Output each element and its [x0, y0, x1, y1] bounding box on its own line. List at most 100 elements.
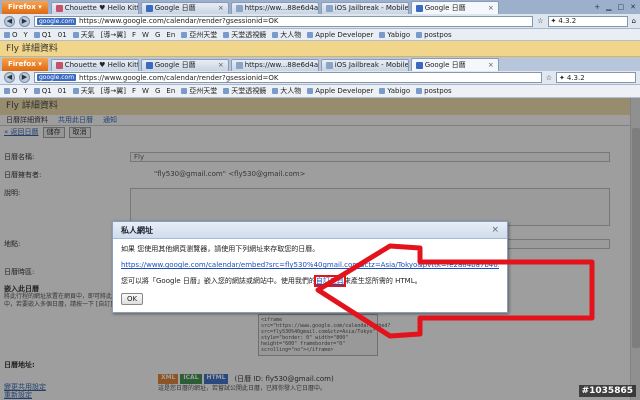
url-text: https://www.google.com/calendar/render?g…	[79, 17, 279, 25]
url-bar[interactable]: google.com https://www.google.com/calend…	[34, 72, 542, 83]
bookmark[interactable]: 大人物	[272, 30, 301, 40]
close-icon[interactable]: ×	[491, 222, 499, 239]
bookmark[interactable]: W	[142, 87, 149, 95]
tab-favicon	[325, 62, 333, 69]
bookmark[interactable]: O	[4, 87, 18, 95]
bookmark[interactable]: Apple Developer	[307, 31, 373, 39]
tab-1[interactable]: Chouette ♥ Hello Kitty ...×	[50, 59, 139, 71]
bookmark-icon	[181, 88, 188, 94]
bookmark[interactable]: En	[166, 87, 175, 95]
private-url-link[interactable]: https://www.google.com/calendar/embed?sr…	[121, 261, 499, 270]
window-close-icon[interactable]: ✕	[630, 3, 636, 11]
tab-4[interactable]: iOS Jailbreak - Mobile01×	[320, 2, 409, 14]
tab-2[interactable]: Google 日曆 ×	[140, 59, 229, 71]
tab-1[interactable]: Chouette ♥ Hello Kitty ...×	[50, 2, 139, 14]
bookmark[interactable]: postpos	[416, 87, 452, 95]
bookmark-icon	[72, 88, 79, 94]
bookmark[interactable]: 亞州天堂	[181, 30, 217, 40]
bookmark[interactable]: F	[132, 87, 136, 95]
star-icon[interactable]: ☆	[537, 17, 543, 25]
bookmark[interactable]: Q1	[33, 87, 52, 95]
tab-4[interactable]: iOS Jailbreak - Mobile01×	[320, 59, 409, 71]
tab-favicon	[325, 5, 333, 12]
tab-3[interactable]: https://ww...88e6d4a1ac×	[230, 2, 319, 14]
bookmark[interactable]: postpos	[416, 31, 452, 39]
close-icon[interactable]: ×	[488, 3, 494, 14]
bookmark[interactable]: 天氣	[72, 30, 95, 40]
url-bar[interactable]: google.com https://www.google.com/calend…	[34, 15, 534, 27]
bookmark[interactable]: 01	[58, 87, 67, 95]
bookmark-icon	[4, 88, 10, 94]
tab-5-active[interactable]: Google 日曆 ×	[410, 58, 499, 71]
close-icon[interactable]: ×	[218, 3, 224, 14]
addon-icon: ✦	[550, 17, 557, 25]
home-icon[interactable]: ⌂	[632, 17, 636, 25]
bookmark[interactable]: O	[4, 31, 18, 39]
bookmark[interactable]: 天堂透視鏡	[223, 30, 266, 40]
bookmark[interactable]: Y	[24, 87, 28, 95]
bookmark-icon	[33, 88, 40, 94]
forward-icon[interactable]: ▶	[19, 72, 30, 83]
back-icon[interactable]: ◀	[4, 72, 15, 83]
bookmark[interactable]: G	[155, 31, 160, 39]
bookmark-icon	[33, 31, 40, 38]
private-address-dialog: 私人網址 × 如果 您使用其他網頁瀏覽器，請使用下列網址來存取您的日曆。 htt…	[112, 221, 508, 313]
bookmark-icon	[72, 31, 79, 38]
bookmark[interactable]: Y	[24, 31, 28, 39]
bookmark[interactable]: 天氣	[72, 86, 95, 96]
close-icon[interactable]: ×	[488, 60, 494, 71]
tab-3[interactable]: https://ww...88e6d4a1ac×	[230, 59, 319, 71]
bookmark[interactable]: W	[142, 31, 149, 39]
bookmark[interactable]: [導→翼]	[101, 86, 126, 96]
tab-2[interactable]: Google 日曆 ×	[140, 2, 229, 14]
bookmark[interactable]: Yabigo	[379, 87, 410, 95]
site-identity-badge[interactable]: google.com	[37, 17, 77, 25]
ok-button[interactable]: OK	[121, 293, 144, 305]
site-identity-badge[interactable]: google.com	[37, 74, 77, 81]
bookmark-icon	[4, 31, 10, 38]
bookmark[interactable]: Q1	[33, 31, 52, 39]
tab-favicon	[55, 62, 63, 69]
tab-favicon	[235, 62, 243, 69]
bookmark-icon	[379, 31, 386, 38]
bookmark[interactable]: 天堂透視鏡	[223, 86, 266, 96]
bookmark[interactable]: En	[166, 31, 175, 39]
bookmark[interactable]: Apple Developer	[307, 87, 373, 95]
back-icon[interactable]: ◀	[4, 15, 15, 27]
maximize-icon[interactable]: □	[618, 3, 625, 11]
bookmark[interactable]: F	[132, 31, 136, 39]
bookmark-icon	[379, 88, 386, 94]
bookmark[interactable]: [導→翼]	[101, 30, 126, 40]
inner-bookmark-bar: O Y Q1 01 天氣 [導→翼] F W G En 亞州天堂 天堂透視鏡 大…	[0, 85, 640, 98]
dialog-header: 私人網址 ×	[113, 222, 507, 239]
star-icon[interactable]: ☆	[546, 74, 552, 82]
bookmark[interactable]: 01	[58, 31, 67, 39]
bookmark[interactable]: 亞州天堂	[181, 86, 217, 96]
tab-favicon	[145, 5, 153, 12]
outer-nav-bar: ◀ ▶ google.com https://www.google.com/ca…	[0, 14, 640, 29]
tab-favicon	[415, 61, 423, 69]
tab-favicon	[415, 4, 423, 12]
customize-tool-link[interactable]: 自訂工具	[313, 275, 346, 287]
close-icon[interactable]: ×	[218, 60, 224, 71]
tab-5-active[interactable]: Google 日曆 ×	[410, 1, 499, 14]
bookmark[interactable]: 大人物	[272, 86, 301, 96]
outer-tab-strip: Firefox ▾ Chouette ♥ Hello Kitty ...× Go…	[0, 0, 640, 14]
bookmark-icon	[416, 88, 423, 94]
forward-icon[interactable]: ▶	[19, 15, 30, 27]
bookmark-icon	[272, 31, 279, 38]
firefox-menu-button[interactable]: Firefox ▾	[2, 1, 48, 14]
version-box[interactable]: ✦ 4.3.2	[556, 72, 636, 83]
addon-icon: ✦	[559, 73, 565, 82]
bookmark[interactable]: Yabigo	[379, 31, 410, 39]
dialog-body: 如果 您使用其他網頁瀏覽器，請使用下列網址來存取您的日曆。 https://ww…	[113, 239, 507, 311]
bookmark[interactable]: G	[155, 87, 160, 95]
apple-icon	[307, 88, 314, 94]
tab-favicon	[235, 5, 243, 12]
tab-favicon	[55, 5, 63, 12]
minimize-icon[interactable]: ▁	[606, 3, 611, 11]
firefox-menu-button[interactable]: Firefox ▾	[2, 58, 48, 71]
new-tab-icon[interactable]: +	[594, 3, 600, 11]
outer-bookmark-bar: O Y Q1 01 天氣 [導→翼] F W G En 亞州天堂 天堂透視鏡 大…	[0, 29, 640, 41]
version-box[interactable]: ✦ 4.3.2	[547, 15, 628, 27]
